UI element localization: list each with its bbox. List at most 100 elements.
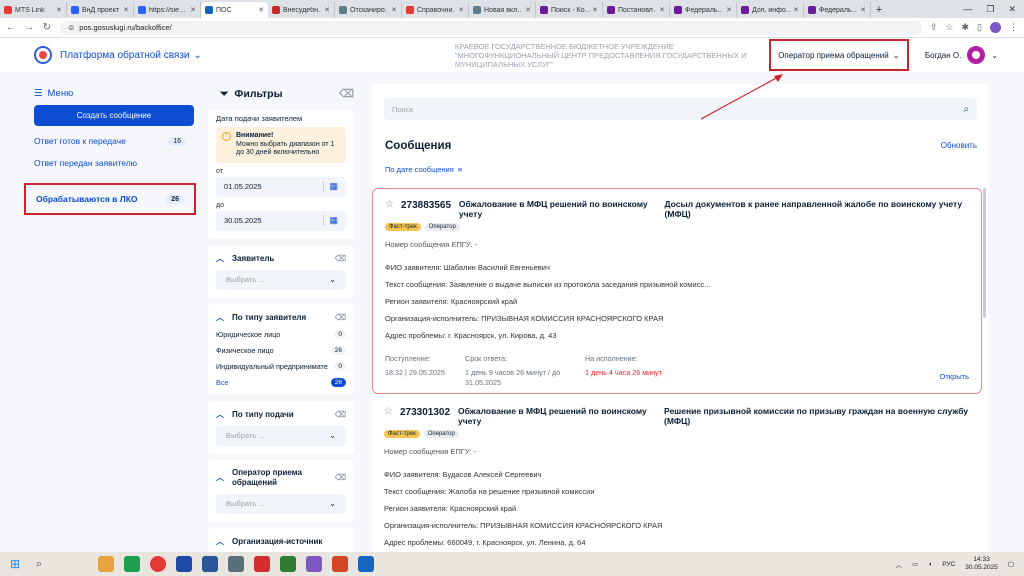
source-org-header[interactable]: ︿ Организация-источник: [216, 536, 346, 547]
user-menu[interactable]: Богдан О. ⌄: [925, 46, 998, 64]
scrollbar[interactable]: [983, 188, 986, 318]
new-tab-button[interactable]: +: [871, 2, 887, 18]
tray-chevron-icon[interactable]: ︿: [896, 559, 903, 569]
clear-filter-icon[interactable]: ⌫: [335, 473, 346, 482]
profile-avatar[interactable]: [990, 22, 1001, 33]
browser-tab[interactable]: Новая вкл… ✕: [469, 2, 536, 18]
taskbar-search-icon[interactable]: ⌕: [30, 552, 94, 576]
type-option-individual[interactable]: Физическое лицо 26: [216, 345, 346, 355]
sidebar-icon[interactable]: ▯: [977, 22, 982, 33]
browser-tab[interactable]: Внесудебн… ✕: [268, 2, 335, 18]
close-tab-icon[interactable]: ✕: [726, 6, 732, 14]
search-input[interactable]: Поиск ⌕: [384, 98, 977, 120]
close-tab-icon[interactable]: ✕: [592, 6, 598, 14]
file-explorer-icon[interactable]: [98, 556, 114, 572]
app-icon[interactable]: [228, 556, 244, 572]
browser-tab[interactable]: Отсканиро… ✕: [335, 2, 402, 18]
refresh-link[interactable]: Обновить: [941, 141, 977, 150]
close-tab-icon[interactable]: ✕: [123, 6, 129, 14]
reload-icon[interactable]: ↻: [42, 22, 52, 33]
clear-filter-icon[interactable]: ⌫: [335, 313, 346, 322]
app-icon[interactable]: [280, 556, 296, 572]
type-option-entrepreneur[interactable]: Индивидуальный предприниматель 0: [216, 361, 346, 371]
browser-tab[interactable]: Поиск - Ко… ✕: [536, 2, 603, 18]
chrome-icon[interactable]: [150, 556, 166, 572]
search-icon[interactable]: ⌕: [963, 104, 969, 115]
pdf-reader-icon[interactable]: [254, 556, 270, 572]
forward-icon[interactable]: →: [24, 22, 34, 33]
url-field[interactable]: ⊜ pos.gosuslugi.ru/backoffice/: [60, 20, 922, 35]
date-to-field[interactable]: 30.05.2025 ▦: [216, 210, 346, 231]
word-icon[interactable]: [202, 556, 218, 572]
applicant-filter-header[interactable]: ︿ Заявитель ⌫: [216, 253, 346, 264]
type-option-all[interactable]: Все 26: [216, 377, 346, 387]
close-tab-icon[interactable]: ✕: [458, 6, 464, 14]
browser-tab[interactable]: ПОС ✕: [201, 2, 268, 18]
back-icon[interactable]: ←: [6, 22, 16, 33]
close-tab-icon[interactable]: ✕: [56, 6, 62, 14]
close-icon[interactable]: ✕: [1008, 4, 1016, 15]
date-from-field[interactable]: 01.05.2025 ▦: [216, 176, 346, 197]
browser-tab[interactable]: ВнД проект ✕: [67, 2, 134, 18]
platform-switcher[interactable]: Платформа обратной связи ⌄: [60, 50, 202, 61]
clear-filters-icon[interactable]: ⌫: [339, 88, 354, 100]
windows-start-icon[interactable]: ⊞: [0, 552, 30, 576]
create-message-button[interactable]: Создать сообщение: [34, 105, 194, 126]
close-tab-icon[interactable]: ✕: [860, 6, 866, 14]
close-tab-icon[interactable]: ✕: [190, 6, 196, 14]
extensions-icon[interactable]: ✱: [962, 22, 970, 33]
browser-tab[interactable]: https://sie… ✕: [134, 2, 201, 18]
role-selector[interactable]: Оператор приема обращений ⌄: [768, 39, 909, 71]
volume-icon[interactable]: ◖: [928, 561, 932, 568]
app-icon[interactable]: [358, 556, 374, 572]
close-tab-icon[interactable]: ✕: [324, 6, 330, 14]
sidebar-item-ready[interactable]: Ответ готов к передаче 16: [34, 131, 194, 151]
close-tab-icon[interactable]: ✕: [391, 6, 397, 14]
star-icon[interactable]: ☆: [384, 406, 400, 417]
browser-tab[interactable]: Справочни…✕: [402, 2, 469, 18]
browser-tab[interactable]: MTS Link ✕: [0, 2, 67, 18]
network-icon[interactable]: ▭: [912, 560, 918, 568]
calendar-icon[interactable]: ▦: [323, 181, 338, 192]
open-message-link[interactable]: Открыть: [940, 372, 969, 381]
clock[interactable]: 14:33 30.05.2025: [965, 556, 998, 572]
sidebar-item-processing[interactable]: Обрабатываются в ЛКО 26: [24, 183, 196, 215]
star-icon[interactable]: ☆: [385, 199, 401, 210]
applicant-type-header[interactable]: ︿ По типу заявителя ⌫: [216, 312, 346, 323]
submit-type-select[interactable]: Выбрать ... ⌄: [216, 425, 346, 446]
sidebar-item-sent[interactable]: Ответ передан заявителю: [34, 153, 194, 173]
notifications-icon[interactable]: ▢: [1008, 560, 1014, 568]
browser-tab[interactable]: Доп. инфо… ✕: [737, 2, 804, 18]
menu-toggle[interactable]: ☰ Меню: [34, 88, 194, 99]
browser-tab[interactable]: Федераль… ✕: [670, 2, 737, 18]
sort-control[interactable]: По дате сообщения ≡: [385, 165, 462, 174]
message-card[interactable]: ☆ 273301302 Обжалование в МФЦ решений по…: [372, 396, 982, 552]
maximize-icon[interactable]: ❐: [986, 4, 994, 15]
message-card[interactable]: ☆ 273883565 Обжалование в МФЦ решений по…: [372, 188, 982, 394]
submit-type-header[interactable]: ︿ По типу подачи ⌫: [216, 409, 346, 420]
site-info-icon[interactable]: ⊜: [68, 23, 74, 32]
close-tab-icon[interactable]: ✕: [525, 6, 531, 14]
excel-icon[interactable]: [124, 556, 140, 572]
powerpoint-icon[interactable]: [332, 556, 348, 572]
clear-filter-icon[interactable]: ⌫: [335, 410, 346, 419]
language-indicator[interactable]: РУС: [942, 561, 955, 568]
close-tab-icon[interactable]: ✕: [793, 6, 799, 14]
gosuslugi-logo[interactable]: [34, 46, 52, 64]
clear-filter-icon[interactable]: ⌫: [335, 254, 346, 263]
share-icon[interactable]: ⇪: [930, 22, 938, 33]
minimize-icon[interactable]: —: [963, 4, 972, 14]
browser-tab[interactable]: Федераль… ✕: [804, 2, 871, 18]
browser-tab[interactable]: Постановл… ✕: [603, 2, 670, 18]
outlook-icon[interactable]: [176, 556, 192, 572]
browser-menu-icon[interactable]: ⋮: [1009, 22, 1018, 33]
calendar-icon[interactable]: ▦: [323, 215, 338, 226]
close-tab-icon[interactable]: ✕: [258, 6, 264, 14]
operator-filter-header[interactable]: ︿ Оператор приема обращений ⌫: [216, 468, 346, 488]
app-icon[interactable]: [306, 556, 322, 572]
type-option-legal[interactable]: Юридическое лицо 0: [216, 329, 346, 339]
operator-select[interactable]: Выбрать ... ⌄: [216, 493, 346, 514]
close-tab-icon[interactable]: ✕: [659, 6, 665, 14]
applicant-select[interactable]: Выбрать ... ⌄: [216, 269, 346, 290]
bookmark-star-icon[interactable]: ☆: [945, 22, 953, 33]
